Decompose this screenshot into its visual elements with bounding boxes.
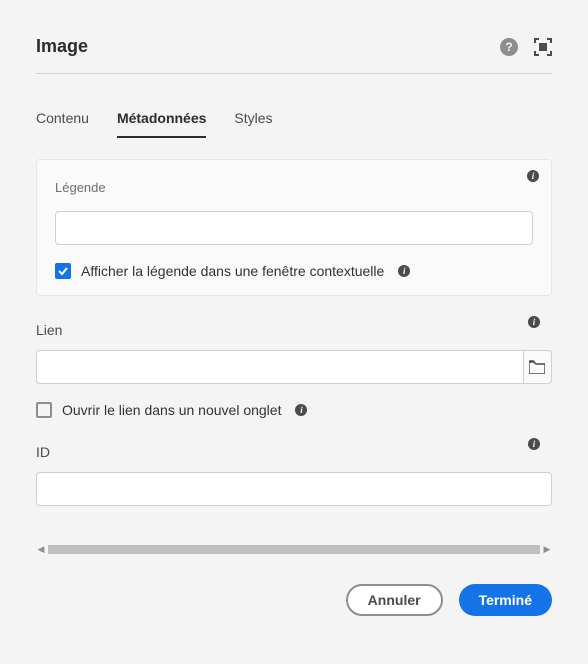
- horizontal-scrollbar[interactable]: ◀ ▶: [36, 542, 552, 556]
- caption-label: Légende: [55, 180, 533, 195]
- tab-contenu[interactable]: Contenu: [36, 102, 89, 138]
- svg-text:?: ?: [505, 40, 512, 54]
- link-section: i Lien Ouvrir le lien dans un nouvel ong…: [36, 322, 552, 418]
- caption-popup-checkbox[interactable]: [55, 263, 71, 279]
- link-input-row: [36, 350, 552, 384]
- link-newtab-label: Ouvrir le lien dans un nouvel onglet: [62, 402, 281, 418]
- header-icons: ?: [500, 38, 552, 56]
- link-newtab-row: Ouvrir le lien dans un nouvel onglet i: [36, 402, 552, 418]
- scroll-thumb[interactable]: [48, 545, 540, 554]
- caption-panel: i Légende Afficher la légende dans une f…: [36, 159, 552, 296]
- info-icon[interactable]: i: [295, 404, 307, 416]
- link-label: Lien: [36, 322, 552, 338]
- dialog-title: Image: [36, 36, 88, 57]
- image-dialog: Image ? Contenu Métadonnées Styles i Lég…: [0, 0, 588, 652]
- caption-input[interactable]: [55, 211, 533, 245]
- info-icon[interactable]: i: [398, 265, 410, 277]
- tab-metadonnees[interactable]: Métadonnées: [117, 102, 206, 138]
- info-icon[interactable]: i: [528, 316, 540, 328]
- browse-button[interactable]: [524, 350, 552, 384]
- cancel-button[interactable]: Annuler: [346, 584, 443, 616]
- id-label: ID: [36, 444, 552, 460]
- tab-styles[interactable]: Styles: [234, 102, 272, 138]
- id-section: i ID: [36, 444, 552, 506]
- folder-icon: [529, 360, 545, 374]
- id-input[interactable]: [36, 472, 552, 506]
- link-newtab-checkbox[interactable]: [36, 402, 52, 418]
- dialog-footer: Annuler Terminé: [36, 584, 552, 616]
- fullscreen-icon[interactable]: [534, 38, 552, 56]
- caption-popup-label: Afficher la légende dans une fenêtre con…: [81, 263, 384, 279]
- done-button[interactable]: Terminé: [459, 584, 552, 616]
- info-icon[interactable]: i: [528, 438, 540, 450]
- dialog-header: Image ?: [36, 36, 552, 74]
- caption-popup-row: Afficher la légende dans une fenêtre con…: [55, 263, 533, 279]
- info-icon[interactable]: i: [527, 170, 539, 182]
- scroll-right-icon[interactable]: ▶: [542, 544, 552, 555]
- help-icon[interactable]: ?: [500, 38, 518, 56]
- scroll-left-icon[interactable]: ◀: [36, 544, 46, 555]
- link-input[interactable]: [36, 350, 524, 384]
- tabs: Contenu Métadonnées Styles: [36, 102, 552, 139]
